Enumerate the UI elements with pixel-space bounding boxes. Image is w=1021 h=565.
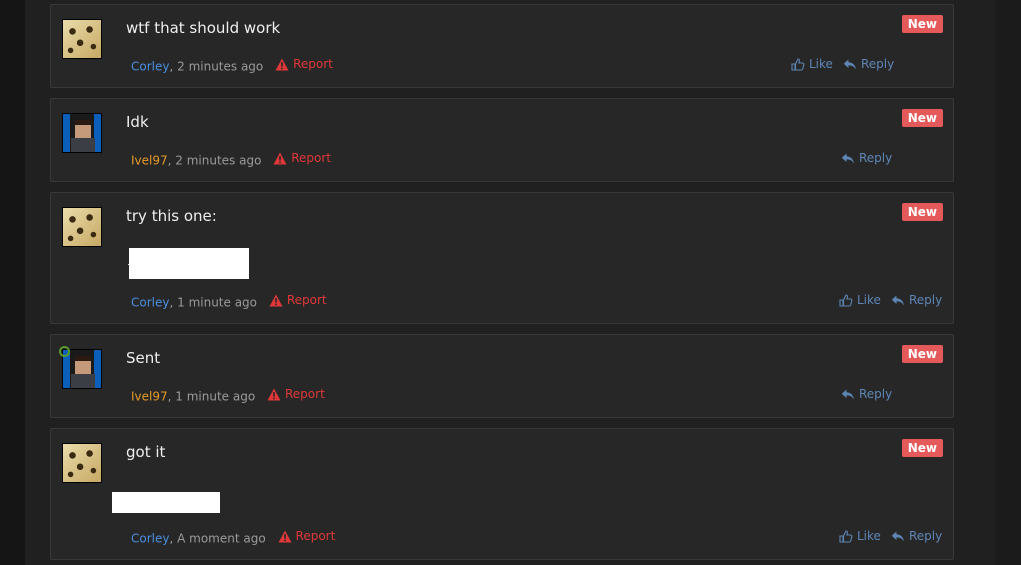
avatar[interactable]: [62, 207, 102, 247]
thumbs-up-icon: [791, 57, 805, 71]
report-link[interactable]: Report: [269, 292, 327, 308]
author-link[interactable]: Corley: [131, 60, 169, 74]
timestamp: , 2 minutes ago: [167, 153, 262, 168]
warning-icon: [273, 152, 287, 164]
reply-label: Reply: [908, 293, 943, 307]
comment: Idk New Ivel97, 2 minutes ago Report Rep…: [50, 98, 954, 182]
new-badge: New: [901, 439, 943, 457]
new-badge: New: [901, 109, 943, 127]
reply-label: Reply: [859, 387, 893, 401]
comment-meta: Corley, 2 minutes ago Report: [131, 56, 333, 75]
page: wtf that should work New Corley, 2 minut…: [0, 0, 1021, 565]
timestamp: , A moment ago: [169, 531, 266, 546]
comment: try this one: New Corley, 1 minute ago R…: [50, 192, 954, 324]
comment: got it New Corley, A moment ago Report L…: [50, 428, 954, 560]
report-label: Report: [293, 57, 333, 71]
redacted-content: [129, 248, 249, 279]
reply-icon: [843, 59, 856, 69]
timestamp: , 2 minutes ago: [169, 59, 264, 74]
comment-meta: Corley, A moment ago Report: [131, 528, 335, 547]
thumbs-up-icon: [839, 293, 853, 307]
timestamp: , 1 minute ago: [169, 295, 258, 310]
comment-text: Idk: [126, 113, 149, 131]
report-label: Report: [286, 293, 327, 307]
new-badge: New: [901, 203, 943, 221]
comment-actions: Like Reply: [839, 292, 942, 308]
avatar[interactable]: [62, 113, 102, 153]
comment-meta: Corley, 1 minute ago Report: [131, 292, 327, 311]
thumbs-up-icon: [839, 529, 853, 543]
reply-label: Reply: [859, 151, 893, 165]
report-label: Report: [285, 387, 325, 401]
left-gutter: [0, 0, 25, 565]
reply-button[interactable]: Reply: [891, 292, 942, 308]
online-status-icon: [59, 346, 70, 357]
warning-icon: [269, 294, 283, 306]
warning-icon: [267, 388, 281, 400]
report-label: Report: [295, 529, 336, 543]
comment-actions: Reply: [841, 150, 892, 166]
comment-actions: Like Reply: [791, 56, 894, 72]
like-button[interactable]: Like: [839, 292, 881, 308]
comment-text: try this one:: [126, 207, 217, 225]
reply-icon: [841, 153, 854, 163]
author-link[interactable]: Ivel97: [131, 154, 168, 168]
author-link[interactable]: Corley: [131, 296, 169, 310]
reply-label: Reply: [860, 57, 895, 71]
report-link[interactable]: Report: [267, 386, 325, 402]
author-link[interactable]: Corley: [131, 532, 169, 546]
redacted-content: [112, 492, 220, 513]
reply-button[interactable]: Reply: [841, 386, 892, 402]
avatar[interactable]: [62, 443, 102, 483]
like-button[interactable]: Like: [791, 56, 833, 72]
reply-label: Reply: [908, 529, 943, 543]
comment: wtf that should work New Corley, 2 minut…: [50, 4, 954, 88]
reply-button[interactable]: Reply: [843, 56, 894, 72]
comment-text: wtf that should work: [126, 19, 281, 37]
report-label: Report: [291, 151, 332, 165]
report-link[interactable]: Report: [278, 528, 336, 544]
like-label: Like: [857, 293, 881, 307]
report-link[interactable]: Report: [273, 150, 331, 166]
like-label: Like: [857, 529, 881, 543]
comment-text: Sent: [126, 349, 161, 367]
comment-actions: Like Reply: [839, 528, 942, 544]
timestamp: , 1 minute ago: [167, 389, 256, 404]
new-badge: New: [901, 15, 943, 33]
comment-meta: Ivel97, 1 minute ago Report: [131, 386, 325, 405]
warning-icon: [275, 58, 289, 70]
avatar[interactable]: [62, 19, 102, 59]
reply-icon: [891, 295, 904, 305]
author-link[interactable]: Ivel97: [131, 390, 168, 404]
comment-text: got it: [126, 443, 166, 461]
warning-icon: [278, 530, 292, 542]
reply-icon: [841, 389, 854, 399]
comment: Sent New Ivel97, 1 minute ago Report Rep…: [50, 334, 954, 418]
like-label: Like: [809, 57, 833, 71]
like-button[interactable]: Like: [839, 528, 881, 544]
comment-meta: Ivel97, 2 minutes ago Report: [131, 150, 331, 169]
new-badge: New: [901, 345, 943, 363]
reply-button[interactable]: Reply: [841, 150, 892, 166]
report-link[interactable]: Report: [275, 56, 333, 72]
reply-button[interactable]: Reply: [891, 528, 942, 544]
reply-icon: [891, 531, 904, 541]
comment-actions: Reply: [841, 386, 892, 402]
